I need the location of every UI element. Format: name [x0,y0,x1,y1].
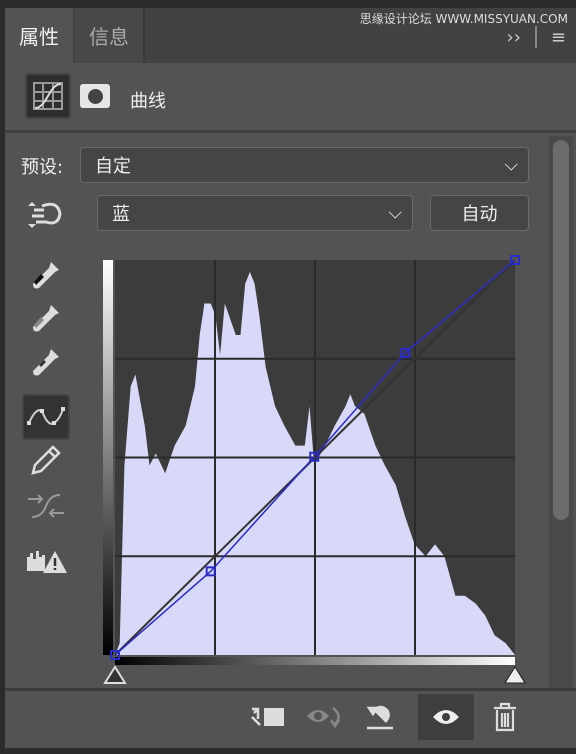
scrollbar-thumb[interactable] [553,140,569,520]
output-gradient-bar [103,260,113,655]
menu-icon[interactable]: ≡ [551,27,566,48]
black-eyedropper-icon[interactable] [22,255,70,295]
clip-to-layer-icon[interactable] [243,694,293,740]
reset-icon[interactable] [355,694,405,740]
clipping-warning-icon[interactable] [22,540,70,580]
properties-panel: 属性 信息 思缘设计论坛 WWW.MISSYUAN.COM ›› ≡ 曲线 预设… [5,8,576,748]
smooth-curve-icon [22,486,70,526]
pencil-icon[interactable] [22,440,70,480]
tab-info[interactable]: 信息 [75,8,145,63]
tab-properties[interactable]: 属性 [5,8,73,63]
preset-label: 预设: [21,157,64,178]
adjustment-title: 曲线 [130,91,166,112]
white-eyedropper-icon[interactable] [22,342,70,382]
chevron-down-icon: ⌵ [504,154,518,176]
adjustment-header: 曲线 [5,63,576,133]
preset-value: 自定 [95,156,131,177]
tab-bar: 属性 信息 思缘设计论坛 WWW.MISSYUAN.COM ›› ≡ [5,8,576,63]
curves-adjustment-icon[interactable] [25,73,71,119]
input-gradient-bar [115,657,515,665]
view-previous-state-icon[interactable] [300,694,350,740]
mask-icon[interactable] [80,84,110,108]
toggle-visibility-icon[interactable] [418,694,474,740]
gray-eyedropper-icon[interactable] [22,298,70,338]
channel-value: 蓝 [112,204,130,225]
chevron-down-icon: ⌵ [388,202,402,224]
auto-button[interactable]: 自动 [430,195,529,231]
preset-dropdown[interactable]: 自定 ⌵ [80,147,529,183]
delete-icon[interactable] [480,694,530,740]
channel-dropdown[interactable]: 蓝 ⌵ [97,195,413,231]
curves-graph[interactable] [95,248,535,688]
divider [534,26,537,48]
scrollbar[interactable] [549,136,573,691]
white-point-slider[interactable] [504,666,526,684]
watermark: 思缘设计论坛 WWW.MISSYUAN.COM [359,12,568,26]
curve-points-icon[interactable] [22,394,70,440]
bottom-toolbar [5,688,576,740]
on-image-adjust-icon[interactable] [22,195,70,235]
collapse-icon[interactable]: ›› [507,27,521,48]
black-point-slider[interactable] [103,665,127,684]
